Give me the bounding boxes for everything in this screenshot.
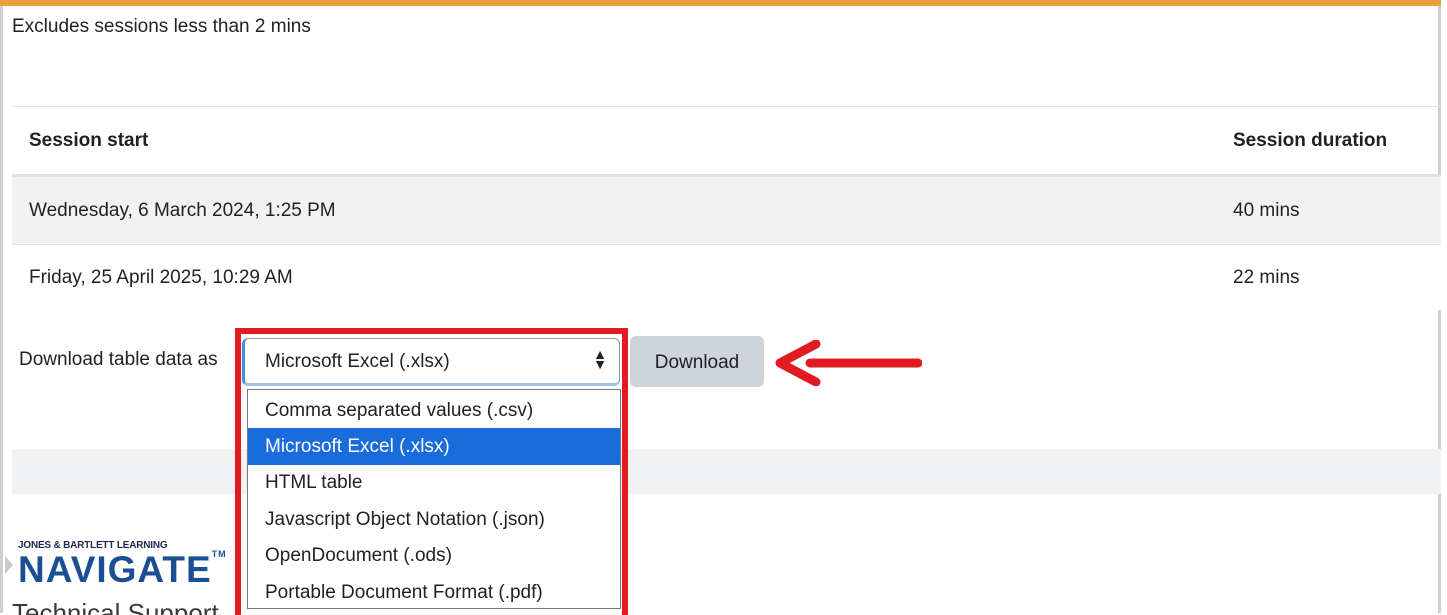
content-separator-band bbox=[12, 449, 1441, 494]
download-format-label: Download table data as bbox=[19, 349, 218, 370]
format-dropdown-list: Comma separated values (.csv) Microsoft … bbox=[247, 389, 621, 609]
left-arrow-icon bbox=[775, 340, 922, 386]
top-accent-strip bbox=[0, 0, 1441, 6]
download-format-select[interactable]: Microsoft Excel (.xlsx) ▲ ▼ bbox=[242, 338, 620, 386]
logo-trademark: TM bbox=[211, 549, 227, 559]
option-csv[interactable]: Comma separated values (.csv) bbox=[248, 392, 620, 429]
session-duration-cell: 40 mins bbox=[1233, 200, 1300, 221]
selected-format-value: Microsoft Excel (.xlsx) bbox=[265, 351, 450, 372]
sessions-note: Excludes sessions less than 2 mins bbox=[12, 16, 311, 37]
table-header-row: Session start Session duration bbox=[12, 106, 1441, 176]
header-session-start[interactable]: Session start bbox=[29, 130, 148, 152]
session-duration-cell: 22 mins bbox=[1233, 267, 1300, 288]
logo-navigate-text: NAVIGATETM bbox=[18, 549, 227, 590]
navigate-logo: JONES & BARTLETT LEARNING NAVIGATETM bbox=[18, 540, 227, 591]
session-start-cell: Wednesday, 6 March 2024, 1:25 PM bbox=[29, 200, 336, 221]
option-pdf[interactable]: Portable Document Format (.pdf) bbox=[248, 574, 620, 611]
header-session-duration[interactable]: Session duration bbox=[1233, 130, 1387, 152]
download-button[interactable]: Download bbox=[630, 336, 764, 387]
option-json[interactable]: Javascript Object Notation (.json) bbox=[248, 501, 620, 538]
option-xlsx[interactable]: Microsoft Excel (.xlsx) bbox=[248, 428, 620, 465]
table-row: Friday, 25 April 2025, 10:29 AM 22 mins bbox=[12, 244, 1441, 310]
session-start-cell: Friday, 25 April 2025, 10:29 AM bbox=[29, 267, 293, 288]
technical-support-heading: Technical Support bbox=[12, 598, 219, 615]
sessions-table: Session start Session duration Wednesday… bbox=[12, 106, 1441, 310]
option-html[interactable]: HTML table bbox=[248, 464, 620, 501]
sort-arrows-icon: ▲ ▼ bbox=[593, 346, 607, 372]
option-ods[interactable]: OpenDocument (.ods) bbox=[248, 537, 620, 574]
table-row: Wednesday, 6 March 2024, 1:25 PM 40 mins bbox=[12, 176, 1441, 244]
carousel-marker-icon bbox=[5, 556, 13, 574]
